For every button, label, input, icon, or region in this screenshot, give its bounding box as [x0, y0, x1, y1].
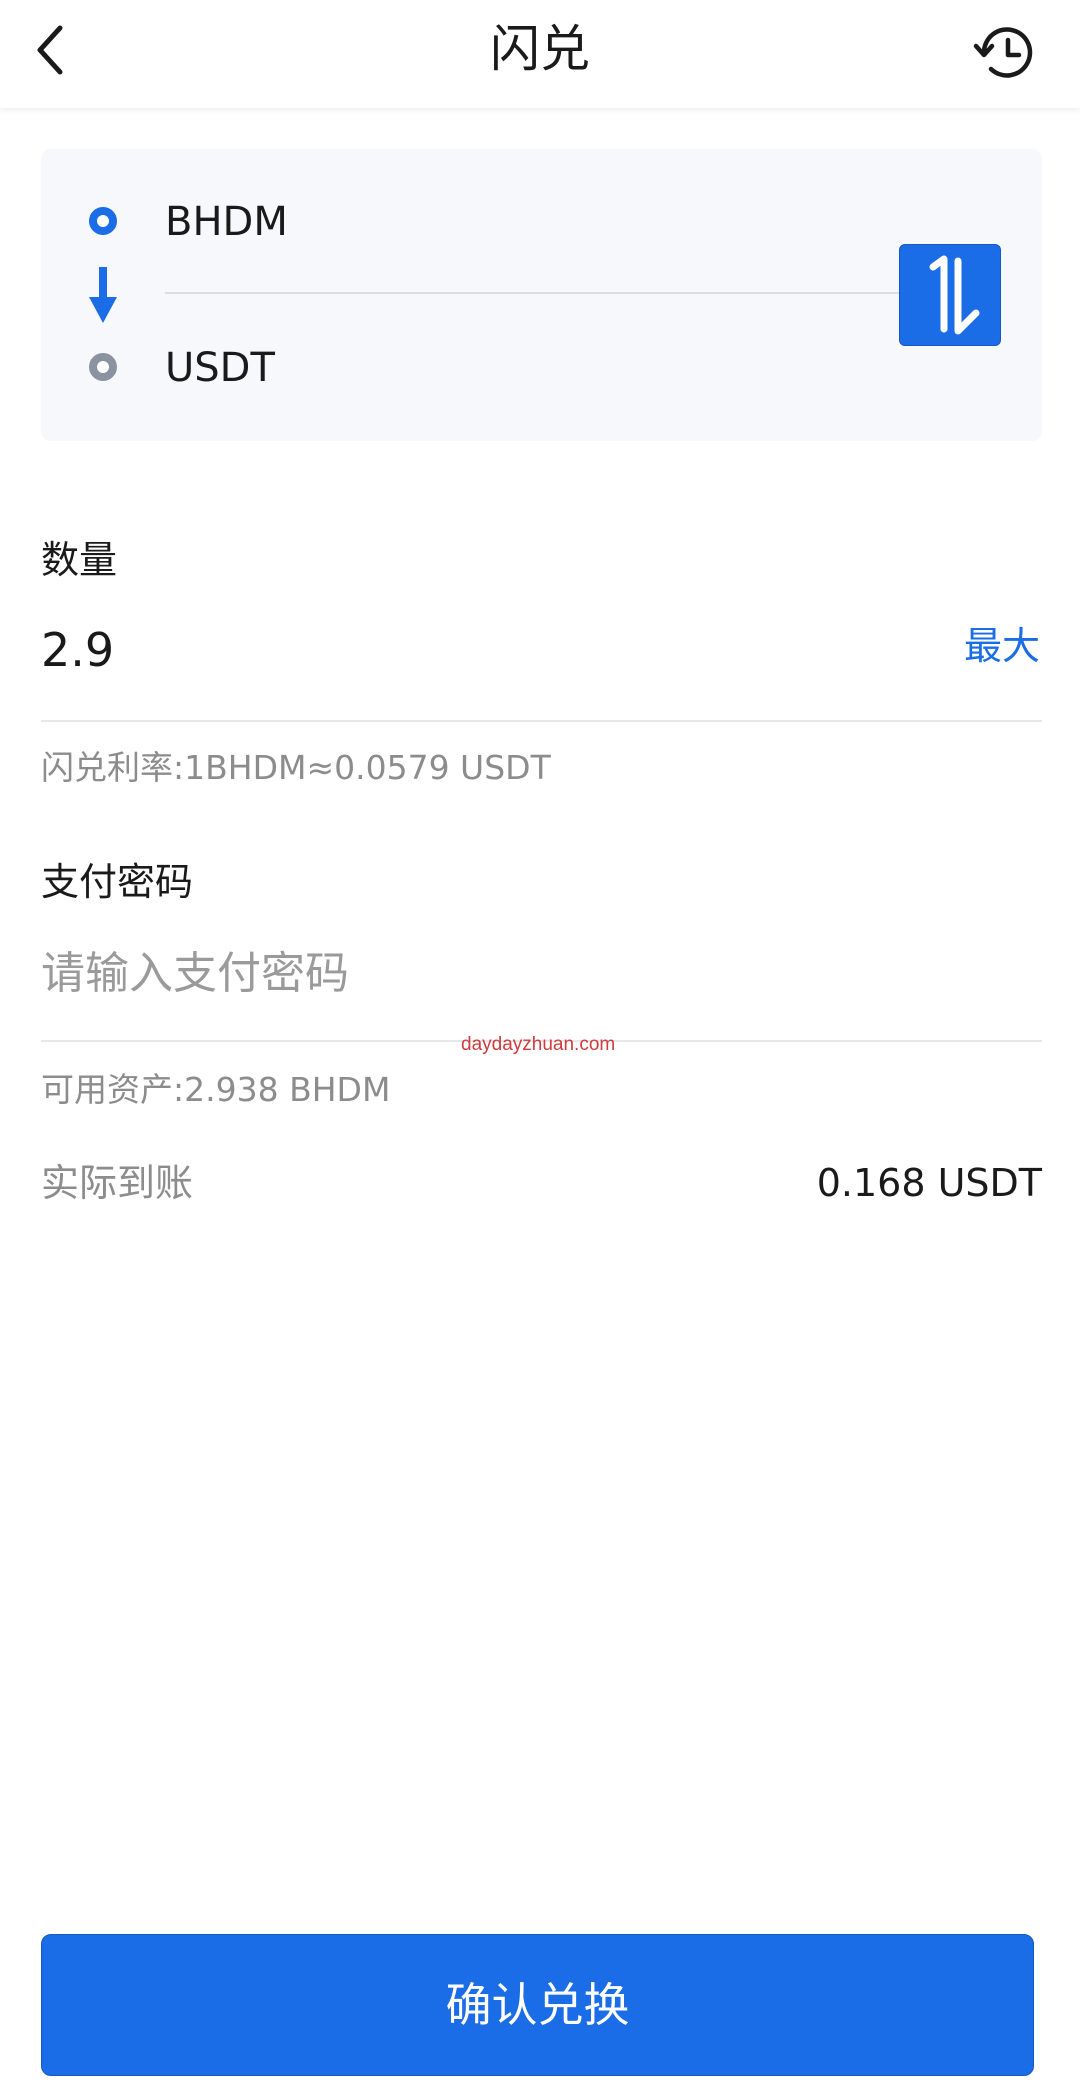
amount-underline [41, 720, 1042, 722]
password-label: 支付密码 [41, 860, 194, 904]
watermark-text: daydayzhuan.com [461, 1034, 616, 1055]
pair-divider [165, 292, 913, 294]
available-balance-text: 可用资产:2.938 BHDM [41, 1070, 391, 1109]
actual-receive-label: 实际到账 [41, 1161, 194, 1205]
max-button[interactable]: 最大 [964, 620, 1040, 672]
to-coin-selector[interactable]: USDT [165, 343, 275, 393]
from-coin-dot-icon [89, 207, 117, 235]
swap-vertical-icon [929, 255, 980, 335]
confirm-exchange-button[interactable]: 确认兑换 [41, 1934, 1034, 2076]
amount-input[interactable]: 2.9 [41, 622, 114, 678]
currency-pair-card: BHDM USDT [41, 149, 1042, 441]
page-title: 闪兑 [490, 20, 590, 78]
history-clock-icon [973, 27, 1033, 78]
actual-receive-value: 0.168 USDT [816, 1161, 1042, 1205]
swap-direction-button[interactable] [899, 244, 1001, 346]
payment-password-input[interactable] [41, 940, 1042, 1006]
from-coin-selector[interactable]: BHDM [165, 197, 288, 247]
amount-label: 数量 [41, 538, 118, 582]
history-button[interactable] [972, 22, 1038, 84]
exchange-rate-text: 闪兑利率:1BHDM≈0.0579 USDT [41, 748, 551, 787]
top-bar: 闪兑 [0, 0, 1080, 108]
flash-exchange-page: 闪兑 BHDM USDT 数量 2.9 最大 闪兑利率:1BHDM≈0.0579… [0, 0, 1080, 2095]
to-coin-dot-icon [89, 353, 117, 381]
arrow-down-icon [89, 267, 117, 323]
